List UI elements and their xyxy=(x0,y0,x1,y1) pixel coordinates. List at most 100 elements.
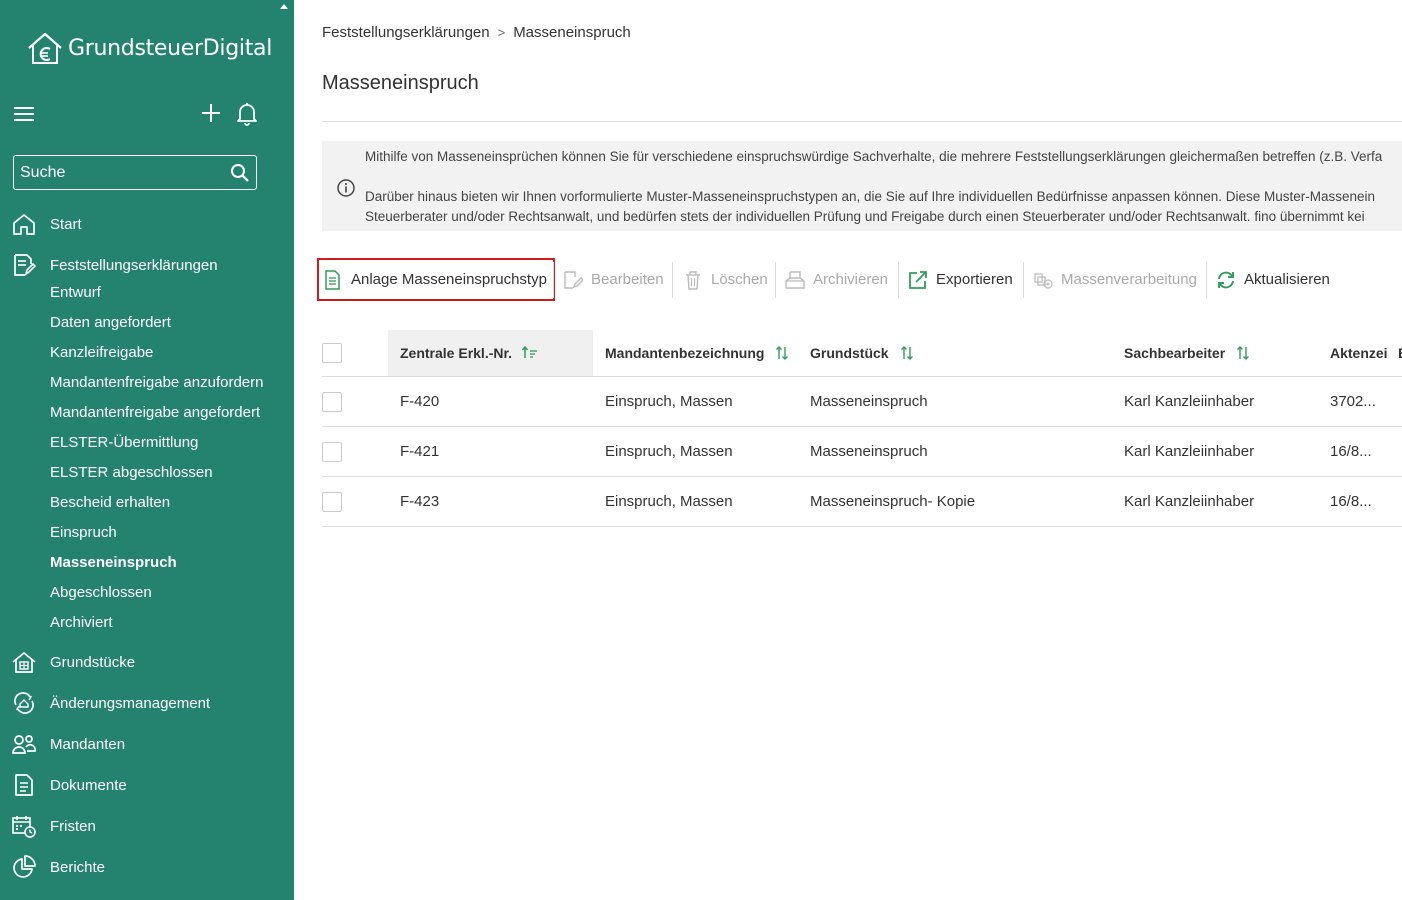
sort-icon xyxy=(900,346,913,360)
divider xyxy=(322,121,1402,122)
nav-sub-daten-angefordert[interactable]: Daten angefordert xyxy=(50,314,171,331)
nav-label: Mandanten xyxy=(50,735,126,753)
toolbar-divider xyxy=(898,262,899,298)
sort-icon xyxy=(776,346,789,360)
loeschen-button[interactable]: Löschen xyxy=(683,258,768,301)
breadcrumb: Feststellungserklärungen > Masseneinspru… xyxy=(322,24,631,41)
select-all-checkbox[interactable] xyxy=(322,343,342,363)
column-header-sachbearbeiter[interactable]: Sachbearbeiter xyxy=(1124,330,1251,376)
cell-mandant: Einspruch, Massen xyxy=(605,393,733,410)
row-checkbox[interactable] xyxy=(322,492,342,512)
nav-sub-archiviert[interactable]: Archiviert xyxy=(50,614,113,631)
pie-chart-icon xyxy=(13,855,36,878)
button-label: Massenverarbeitung xyxy=(1061,271,1197,288)
add-document-icon xyxy=(325,269,340,290)
bell-icon[interactable] xyxy=(236,102,258,126)
table-row[interactable]: F-421 Einspruch, Massen Masseneinspruch … xyxy=(322,427,1402,477)
nav-label: Start xyxy=(50,215,82,233)
nav-aenderungsmanagement[interactable]: Änderungsmanagement xyxy=(12,691,210,715)
nav-label: Dokumente xyxy=(50,776,127,794)
toolbar-divider xyxy=(1206,262,1207,298)
archive-icon xyxy=(785,270,805,289)
export-icon xyxy=(909,270,927,289)
massenverarbeitung-button[interactable]: Massenverarbeitung xyxy=(1033,258,1197,301)
info-text: Darüber hinaus bieten wir Ihnen vorformu… xyxy=(365,189,1376,204)
nav-sub-bescheid-erhalten[interactable]: Bescheid erhalten xyxy=(50,494,170,511)
mass-processing-icon xyxy=(1034,272,1053,289)
app-logo[interactable]: GrundsteuerDigital xyxy=(26,30,272,66)
toolbar-divider xyxy=(775,262,776,298)
nav-sub-einspruch[interactable]: Einspruch xyxy=(50,524,117,541)
sidebar: GrundsteuerDigital Start xyxy=(0,0,294,900)
nav-dokumente[interactable]: Dokumente xyxy=(12,773,127,797)
document-icon xyxy=(15,774,33,796)
cell-mandant: Einspruch, Massen xyxy=(605,443,733,460)
info-icon xyxy=(337,179,355,197)
cell-aktenzeichen: 16/8... xyxy=(1330,493,1372,510)
column-header-zentrale-erkl-nr[interactable]: Zentrale Erkl.-Nr. xyxy=(388,330,593,376)
button-label: Aktualisieren xyxy=(1244,271,1330,288)
nav-grundstuecke[interactable]: Grundstücke xyxy=(12,650,135,674)
cell-sachbearbeiter: Karl Kanzleiinhaber xyxy=(1124,443,1255,460)
column-label: Mandantenbezeichnung xyxy=(605,345,765,361)
nav-sub-elster-uebermittlung[interactable]: ELSTER-Übermittlung xyxy=(50,434,198,451)
edit-icon xyxy=(564,270,583,289)
chevron-right-icon: > xyxy=(497,25,506,40)
column-label: Sachbearbeiter xyxy=(1124,345,1226,361)
nav-sub-mandantenfreigabe-angefordert[interactable]: Mandantenfreigabe angefordert xyxy=(50,404,260,421)
toolbar: Anlage Masseneinspruchstyp Bearbeiten Lö… xyxy=(317,258,1402,301)
button-label: Bearbeiten xyxy=(591,271,664,288)
cell-mandant: Einspruch, Massen xyxy=(605,493,733,510)
plus-icon[interactable] xyxy=(200,102,222,124)
column-header-truncated[interactable]: E xyxy=(1398,330,1402,376)
search-input[interactable] xyxy=(20,163,220,182)
toolbar-divider xyxy=(1023,262,1024,298)
column-label: Aktenzei xyxy=(1330,345,1388,361)
cell-erkl-nr: F-423 xyxy=(400,493,440,510)
column-header-mandantenbezeichnung[interactable]: Mandantenbezeichnung xyxy=(605,330,790,376)
nav-feststellungserklaerungen[interactable]: Feststellungserklärungen xyxy=(12,253,218,277)
button-label: Löschen xyxy=(711,271,768,288)
house-euro-icon xyxy=(28,32,62,64)
table-row[interactable]: F-423 Einspruch, Massen Masseneinspruch-… xyxy=(322,477,1402,527)
aktualisieren-button[interactable]: Aktualisieren xyxy=(1216,258,1330,301)
column-label: Zentrale Erkl.-Nr. xyxy=(400,345,513,361)
users-icon xyxy=(12,735,36,754)
breadcrumb-parent[interactable]: Feststellungserklärungen xyxy=(322,24,490,41)
column-header-grundstueck[interactable]: Grundstück xyxy=(810,330,915,376)
collapse-sidebar-icon[interactable] xyxy=(280,4,288,9)
nav-sub-mandantenfreigabe-anzufordern[interactable]: Mandantenfreigabe anzufordern xyxy=(50,374,264,391)
nav-sub-elster-abgeschlossen[interactable]: ELSTER abgeschlossen xyxy=(50,464,213,481)
table-row[interactable]: F-420 Einspruch, Massen Masseneinspruch … xyxy=(322,377,1402,427)
nav-start[interactable]: Start xyxy=(12,212,82,236)
nav-mandanten[interactable]: Mandanten xyxy=(12,732,125,756)
nav-label: Feststellungserklärungen xyxy=(50,256,218,274)
toolbar-divider xyxy=(553,262,554,298)
search-icon[interactable] xyxy=(230,163,250,183)
search-box xyxy=(13,155,257,190)
cell-grundstueck: Masseneinspruch- Kopie xyxy=(810,493,976,510)
row-checkbox[interactable] xyxy=(322,392,342,412)
nav-sub-abgeschlossen[interactable]: Abgeschlossen xyxy=(50,584,152,601)
row-checkbox[interactable] xyxy=(322,442,342,462)
anlage-masseneinspruchstyp-button[interactable]: Anlage Masseneinspruchstyp xyxy=(317,258,555,301)
nav-berichte[interactable]: Berichte xyxy=(12,855,105,879)
nav-label: Berichte xyxy=(50,858,106,876)
menu-icon[interactable] xyxy=(14,107,34,121)
column-header-aktenzeichen[interactable]: Aktenzei xyxy=(1330,330,1388,376)
info-text: Mithilfe von Masseneinsprüchen können Si… xyxy=(365,149,1383,164)
nav-sub-kanzleifreigabe[interactable]: Kanzleifreigabe xyxy=(50,344,153,361)
column-label: Grundstück xyxy=(810,345,889,361)
archivieren-button[interactable]: Archivieren xyxy=(785,258,888,301)
nav-label: Änderungsmanagement xyxy=(50,694,211,712)
nav-sub-masseneinspruch[interactable]: Masseneinspruch xyxy=(50,554,177,571)
nav-label: Fristen xyxy=(50,817,96,835)
nav-fristen[interactable]: Fristen xyxy=(12,814,96,838)
nav-sub-entwurf[interactable]: Entwurf xyxy=(50,284,101,301)
exportieren-button[interactable]: Exportieren xyxy=(908,258,1013,301)
property-icon xyxy=(12,651,36,673)
cell-grundstueck: Masseneinspruch xyxy=(810,443,928,460)
change-management-icon xyxy=(14,692,34,714)
sort-ascending-icon xyxy=(522,345,538,358)
bearbeiten-button[interactable]: Bearbeiten xyxy=(563,258,664,301)
